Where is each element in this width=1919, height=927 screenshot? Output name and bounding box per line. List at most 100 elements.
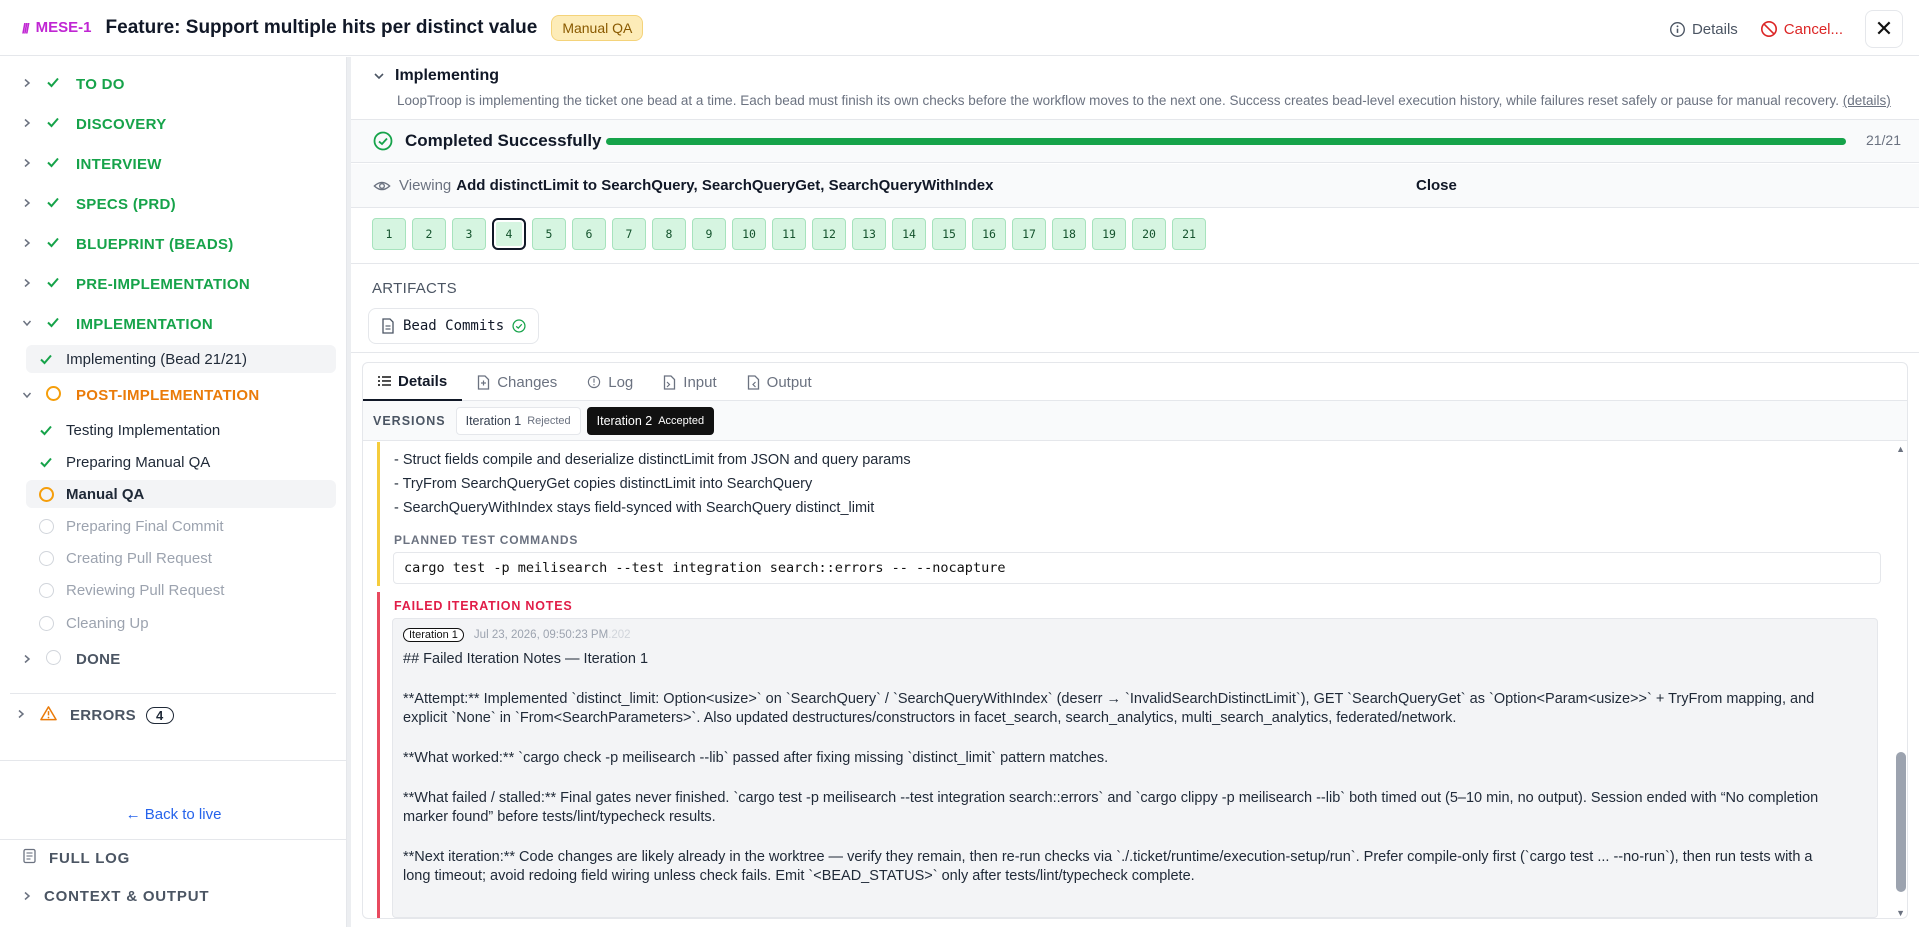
pending-circle-icon (36, 615, 56, 631)
chevron-down-icon (22, 317, 36, 331)
check-icon (46, 275, 64, 293)
substep-creating-pull-request[interactable]: Creating Pull Request (26, 544, 336, 572)
version-iteration-1[interactable]: Iteration 1 Rejected (455, 406, 581, 435)
phase-to-do[interactable]: TO DO (22, 75, 125, 93)
scroll-down-icon[interactable]: ▼ (1896, 908, 1905, 918)
bead-button-5[interactable]: 5 (532, 218, 566, 250)
substep-preparing-final-commit[interactable]: Preparing Final Commit (26, 512, 336, 540)
substep-label: Manual QA (66, 485, 145, 503)
bead-button-7[interactable]: 7 (612, 218, 646, 250)
phase-post-implementation[interactable]: POST-IMPLEMENTATION (22, 386, 259, 405)
section-header[interactable]: Implementing (373, 67, 499, 85)
bead-button-12[interactable]: 12 (812, 218, 846, 250)
pending-circle-icon (36, 550, 56, 566)
close-button[interactable]: ✕ (1865, 10, 1903, 48)
bead-button-11[interactable]: 11 (772, 218, 806, 250)
bead-button-20[interactable]: 20 (1132, 218, 1166, 250)
phase-pre-implementation[interactable]: PRE-IMPLEMENTATION (22, 275, 250, 293)
context-output-label: CONTEXT & OUTPUT (44, 888, 210, 905)
back-to-live-link[interactable]: ← Back to live (0, 806, 347, 823)
full-log-label: FULL LOG (49, 849, 131, 867)
note-line: long timeout; avoid redoing field wiring… (403, 868, 1195, 884)
acceptance-block: - Struct fields compile and deserialize … (377, 442, 1881, 586)
details-link[interactable]: (details) (1843, 93, 1891, 108)
chevron-right-icon (22, 888, 32, 905)
substep-manual-qa[interactable]: Manual QA (26, 480, 336, 508)
bead-button-17[interactable]: 17 (1012, 218, 1046, 250)
bead-button-8[interactable]: 8 (652, 218, 686, 250)
bead-button-14[interactable]: 14 (892, 218, 926, 250)
phase-label: DISCOVERY (76, 115, 167, 133)
note-line: explicit `None` in `From<SearchParameter… (403, 710, 1457, 726)
tab-changes[interactable]: Changes (462, 363, 572, 401)
cancel-button[interactable]: Cancel... (1760, 20, 1843, 38)
phase-blueprint-beads[interactable]: BLUEPRINT (BEADS) (22, 235, 234, 253)
ticket-id[interactable]: MESE-1 (36, 19, 92, 36)
phase-label: SPECS (PRD) (76, 195, 176, 213)
bead-button-16[interactable]: 16 (972, 218, 1006, 250)
substep-label: Testing Implementation (66, 421, 221, 439)
tab-label: Changes (497, 373, 558, 391)
tab-details[interactable]: Details (363, 363, 463, 401)
bead-button-10[interactable]: 10 (732, 218, 766, 250)
bead-button-18[interactable]: 18 (1052, 218, 1086, 250)
list-icon (378, 376, 391, 386)
bead-button-15[interactable]: 15 (932, 218, 966, 250)
ticket-title: Feature: Support multiple hits per disti… (105, 16, 538, 38)
substep-implementing[interactable]: Implementing (Bead 21/21) (26, 345, 336, 373)
scrollbar[interactable]: ▲ ▼ (1893, 442, 1907, 918)
version-iteration-2[interactable]: Iteration 2 Accepted (586, 406, 715, 435)
file-input-icon (664, 374, 676, 390)
bead-button-21[interactable]: 21 (1172, 218, 1206, 250)
artifact-bead-commits[interactable]: Bead Commits (368, 308, 540, 344)
context-output-section[interactable]: CONTEXT & OUTPUT (22, 888, 209, 905)
bead-button-19[interactable]: 19 (1092, 218, 1126, 250)
substep-reviewing-pull-request[interactable]: Reviewing Pull Request (26, 576, 336, 604)
phase-done[interactable]: DONE (22, 650, 121, 669)
scrollbar-thumb[interactable] (1896, 752, 1906, 892)
iteration-badge: Iteration 1 (403, 628, 464, 642)
header-actions: Details Cancel... ✕ (1669, 10, 1903, 48)
file-diff-icon (478, 374, 490, 390)
chevron-right-icon (22, 77, 36, 91)
substep-testing-implementation[interactable]: Testing Implementation (26, 416, 336, 444)
bead-button-13[interactable]: 13 (852, 218, 886, 250)
tab-input[interactable]: Input (648, 363, 731, 401)
errors-section[interactable]: ERRORS 4 (16, 705, 174, 725)
tab-output[interactable]: Output (732, 363, 827, 401)
chevron-right-icon (16, 708, 30, 722)
tab-bar: Details Changes Log Input Output (363, 363, 1907, 401)
criteria-item: - Struct fields compile and deserialize … (394, 452, 911, 468)
substep-cleaning-up[interactable]: Cleaning Up (26, 609, 336, 637)
phase-discovery[interactable]: DISCOVERY (22, 115, 167, 133)
details-button[interactable]: Details (1669, 21, 1738, 38)
check-icon (46, 195, 64, 213)
full-log-button[interactable]: FULL LOG (22, 848, 130, 868)
note-line: **Next iteration:** Code changes are lik… (403, 849, 1813, 865)
phase-specs-prd[interactable]: SPECS (PRD) (22, 195, 176, 213)
bead-button-9[interactable]: 9 (692, 218, 726, 250)
divider (10, 693, 336, 694)
divider (0, 839, 347, 840)
bead-button-4[interactable]: 4 (492, 218, 526, 250)
bead-selector: 1 2 3 4 5 6 7 8 9 10 11 12 13 14 15 16 17 18 19 20 21 (372, 218, 1206, 250)
viewing-close-button[interactable]: Close (1416, 177, 1457, 194)
failed-note: Iteration 1 Jul 23, 2026, 09:50:23 PM.20… (392, 618, 1878, 918)
errors-count-badge: 4 (145, 706, 174, 724)
phase-interview[interactable]: INTERVIEW (22, 155, 162, 173)
check-icon (46, 115, 64, 133)
bead-button-2[interactable]: 2 (412, 218, 446, 250)
phase-implementation[interactable]: IMPLEMENTATION (22, 315, 213, 333)
bead-button-6[interactable]: 6 (572, 218, 606, 250)
versions-label: VERSIONS (373, 413, 446, 428)
tab-label: Details (398, 372, 448, 390)
substep-preparing-manual-qa[interactable]: Preparing Manual QA (26, 448, 336, 476)
chevron-right-icon (22, 237, 36, 251)
chevron-down-icon (374, 73, 384, 80)
scroll-up-icon[interactable]: ▲ (1896, 444, 1905, 454)
pending-circle-icon (36, 582, 56, 598)
tab-log[interactable]: Log (572, 363, 648, 401)
bead-button-1[interactable]: 1 (372, 218, 406, 250)
eye-icon (373, 181, 391, 190)
bead-button-3[interactable]: 3 (452, 218, 486, 250)
